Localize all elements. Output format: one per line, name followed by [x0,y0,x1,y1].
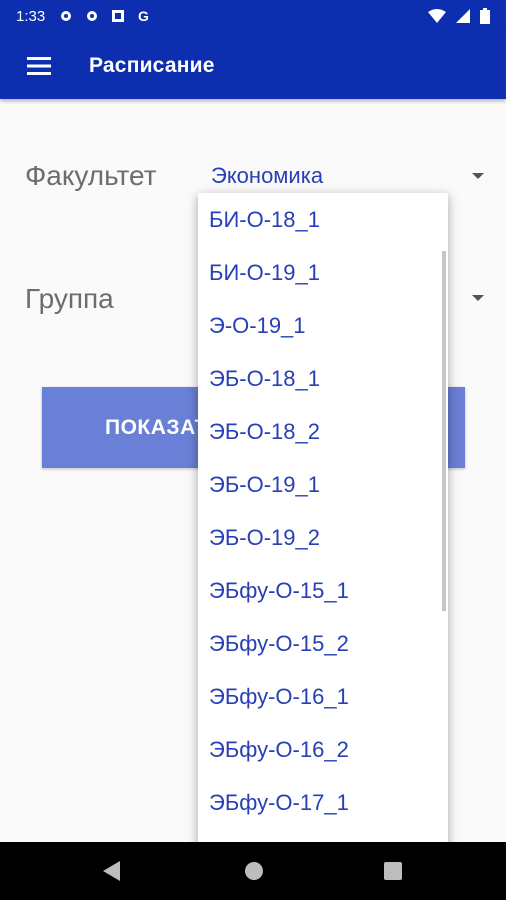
list-item[interactable]: ЭБ-О-18_1 [198,352,448,405]
faculty-spinner[interactable]: Экономика [211,163,323,189]
status-time: 1:33 [16,7,46,25]
wifi-icon [428,9,446,23]
gear-icon [61,11,72,21]
status-right-icons [428,8,490,24]
google-g-icon: G [138,9,149,23]
signal-icon [456,9,470,23]
home-icon[interactable] [243,860,265,882]
list-item[interactable]: ЭБ-О-19_2 [198,511,448,564]
svg-text:G: G [138,9,149,23]
status-bar: 1:33 G [0,0,506,32]
list-item[interactable]: ЭБфу-О-17_1 [198,776,448,829]
list-item[interactable]: Э-О-19_1 [198,299,448,352]
faculty-label: Факультет [25,160,157,191]
hamburger-menu-icon [27,56,51,75]
recents-icon[interactable] [382,860,404,882]
faculty-dropdown-arrow-icon[interactable] [472,173,484,179]
battery-icon [480,8,490,24]
list-item[interactable]: ЭБфу-О-15_1 [198,564,448,617]
list-item[interactable]: ЭБфу-О-16_1 [198,670,448,723]
dropdown-scrollbar[interactable] [442,251,446,611]
app-bar: Расписание [0,32,506,99]
list-item[interactable]: ЭБфу-О-15_2 [198,617,448,670]
list-item[interactable]: ЭБ-О-19_1 [198,458,448,511]
list-item[interactable]: ЭБ-О-18_2 [198,405,448,458]
group-dropdown-list[interactable]: БИ-О-18_1 БИ-О-19_1 Э-О-19_1 ЭБ-О-18_1 Э… [198,193,448,853]
gear-icon [87,11,98,21]
group-dropdown-arrow-icon[interactable] [472,295,484,301]
notification-box-icon [112,10,125,22]
group-label: Группа [25,283,114,314]
menu-button[interactable] [22,51,56,81]
list-item[interactable]: БИ-О-18_1 [198,193,448,246]
system-nav-bar [0,842,506,900]
back-icon[interactable] [100,860,122,882]
list-item[interactable]: БИ-О-19_1 [198,246,448,299]
list-item[interactable]: ЭБфу-О-16_2 [198,723,448,776]
page-title: Расписание [89,53,215,77]
